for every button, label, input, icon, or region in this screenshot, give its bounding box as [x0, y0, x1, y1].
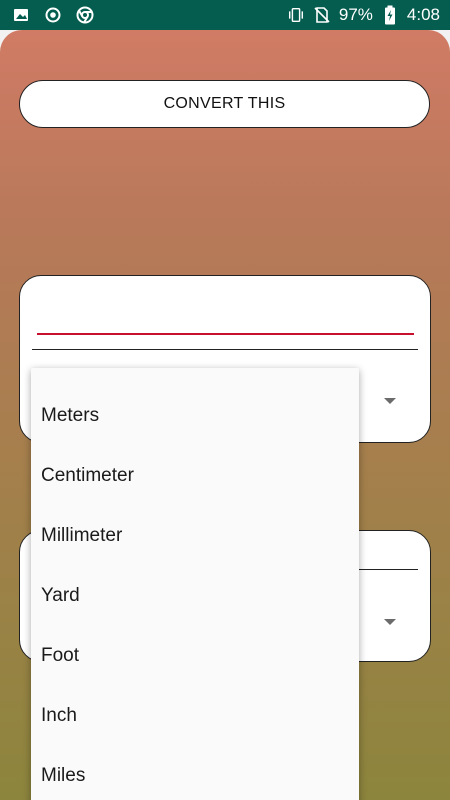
battery-percent: 97% [338, 5, 373, 24]
image-icon [12, 6, 30, 24]
dropdown-option-yard[interactable]: Yard [31, 566, 359, 626]
chevron-down-icon[interactable] [384, 619, 396, 625]
status-bar: 97% 4:08 [0, 0, 450, 30]
dropdown-option-millimeter[interactable]: Millimeter [31, 506, 359, 566]
unit-dropdown-menu: Meters Centimeter Millimeter Yard Foot I… [31, 368, 359, 800]
dropdown-option-foot[interactable]: Foot [31, 626, 359, 686]
no-sim-icon [313, 6, 331, 24]
dropdown-option-centimeter[interactable]: Centimeter [31, 446, 359, 506]
record-icon [44, 6, 62, 24]
chevron-down-icon[interactable] [384, 398, 396, 404]
clock: 4:08 [406, 5, 440, 24]
app-container: CONVERT THIS Meters Centimeter Millimete… [0, 30, 450, 800]
battery-charging-icon [381, 5, 399, 25]
vibrate-icon [287, 6, 305, 24]
chrome-icon [76, 6, 94, 24]
dropdown-option-meters[interactable]: Meters [31, 386, 359, 446]
convert-button[interactable]: CONVERT THIS [19, 80, 430, 128]
value-input[interactable] [37, 333, 414, 335]
dropdown-option-inch[interactable]: Inch [31, 686, 359, 746]
dropdown-option-miles[interactable]: Miles [31, 746, 359, 800]
divider [32, 349, 418, 350]
